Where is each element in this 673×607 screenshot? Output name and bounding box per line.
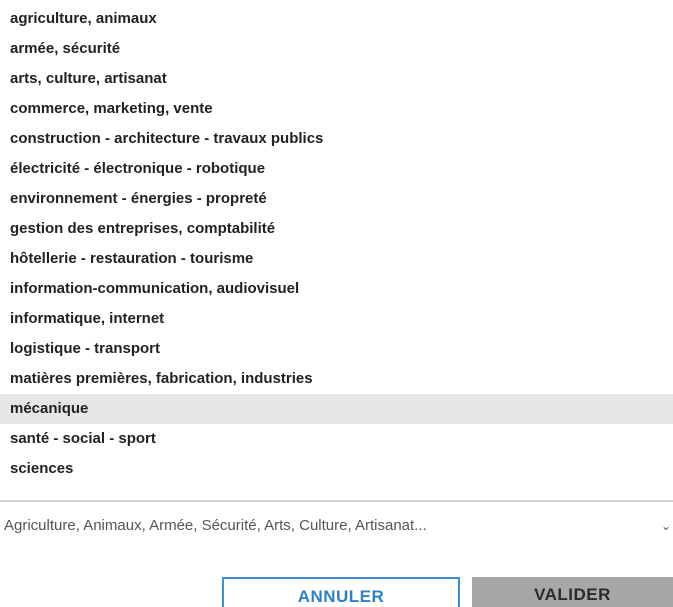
option-item[interactable]: informatique, internet xyxy=(0,304,673,334)
cancel-button[interactable]: ANNULER xyxy=(222,577,460,607)
option-item[interactable]: information-communication, audiovisuel xyxy=(0,274,673,304)
option-item[interactable]: matières premières, fabrication, industr… xyxy=(0,364,673,394)
validate-button[interactable]: VALIDER xyxy=(472,577,673,607)
category-picker-dialog: agriculture, animaux armée, sécurité art… xyxy=(0,0,673,607)
option-item[interactable]: arts, culture, artisanat xyxy=(0,64,673,94)
option-item-highlighted[interactable]: mécanique xyxy=(0,394,673,424)
selected-categories-text: Agriculture, Animaux, Armée, Sécurité, A… xyxy=(4,517,427,534)
option-item[interactable]: logistique - transport xyxy=(0,334,673,364)
option-item[interactable]: hôtellerie - restauration - tourisme xyxy=(0,244,673,274)
option-item[interactable]: électricité - électronique - robotique xyxy=(0,154,673,184)
option-item[interactable]: environnement - énergies - propreté xyxy=(0,184,673,214)
option-item[interactable]: construction - architecture - travaux pu… xyxy=(0,124,673,154)
option-item[interactable]: sciences xyxy=(0,454,673,484)
selected-categories-field[interactable]: Agriculture, Animaux, Armée, Sécurité, A… xyxy=(0,506,673,546)
option-item[interactable]: agriculture, animaux xyxy=(0,4,673,34)
option-item[interactable]: armée, sécurité xyxy=(0,34,673,64)
chevron-down-icon[interactable]: ⌄ xyxy=(661,506,671,546)
category-option-list: agriculture, animaux armée, sécurité art… xyxy=(0,4,673,484)
list-divider xyxy=(0,500,673,502)
option-item[interactable]: commerce, marketing, vente xyxy=(0,94,673,124)
option-item[interactable]: santé - social - sport xyxy=(0,424,673,454)
option-item[interactable]: gestion des entreprises, comptabilité xyxy=(0,214,673,244)
